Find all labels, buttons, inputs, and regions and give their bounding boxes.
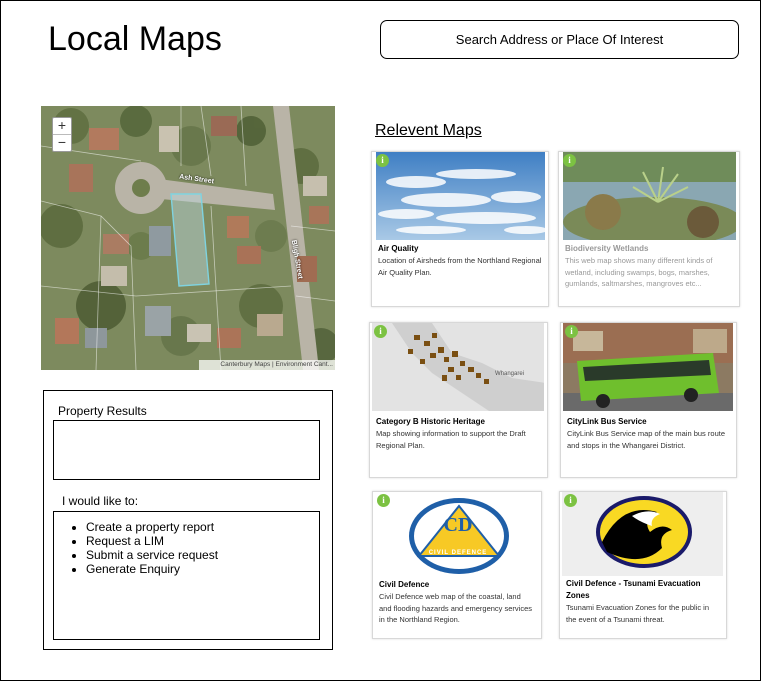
info-icon[interactable]: i <box>564 494 577 507</box>
map-card-tsunami-zones[interactable]: i Civil Defence - Tsunami Evacuation Zon… <box>559 491 727 639</box>
action-submit-service-request[interactable]: Submit a service request <box>86 548 319 562</box>
zoom-in-button[interactable]: + <box>53 118 71 134</box>
info-icon[interactable]: i <box>565 325 578 338</box>
card-title: Biodiversity Wetlands <box>565 244 649 253</box>
cd-logo-subtext: CIVIL DEFENCE <box>428 550 488 556</box>
property-map[interactable]: Ash Street Bligh Street <box>41 106 335 370</box>
heritage-map-label: Whangarei <box>495 371 525 377</box>
card-title: Civil Defence <box>379 580 430 589</box>
actions-box: Create a property report Request a LIM S… <box>53 511 320 640</box>
air-quality-image <box>376 152 545 240</box>
map-aerial-image <box>41 106 335 370</box>
action-request-lim[interactable]: Request a LIM <box>86 534 319 548</box>
map-card-air-quality[interactable]: i Air Quality Location of Airsheds from … <box>371 151 549 307</box>
card-description: Map showing information to support the D… <box>376 429 526 450</box>
page-title: Local Maps <box>48 20 222 58</box>
card-title: Air Quality <box>378 244 419 253</box>
card-title: Category B Historic Heritage <box>376 417 485 426</box>
actions-label: I would like to: <box>62 494 139 508</box>
card-title: CityLink Bus Service <box>567 417 647 426</box>
info-icon[interactable]: i <box>377 494 390 507</box>
card-description: Civil Defence web map of the coastal, la… <box>379 592 533 624</box>
search-input[interactable]: Search Address or Place Of Interest <box>380 20 739 59</box>
card-description: Location of Airsheds from the Northland … <box>378 256 542 277</box>
relevant-maps-heading: Relevent Maps <box>375 122 482 139</box>
actions-list: Create a property report Request a LIM S… <box>54 520 319 576</box>
action-generate-enquiry[interactable]: Generate Enquiry <box>86 562 319 576</box>
info-icon[interactable]: i <box>563 154 576 167</box>
bus-image <box>563 323 733 411</box>
zoom-out-button[interactable]: − <box>53 134 71 151</box>
heritage-map-image <box>372 323 544 411</box>
card-description: This web map shows many different kinds … <box>565 256 713 288</box>
cd-logo-text: CD <box>443 514 473 536</box>
map-card-citylink-bus[interactable]: i CityLink Bus Service CityLink Bus Serv… <box>560 322 737 478</box>
action-create-property-report[interactable]: Create a property report <box>86 520 319 534</box>
card-description: Tsunami Evacuation Zones for the public … <box>566 603 709 624</box>
map-attribution: Canterbury Maps | Environment Cant... <box>199 360 335 370</box>
map-card-civil-defence[interactable]: CD CIVIL DEFENCE i Civil Defence Civil D… <box>372 491 542 639</box>
property-results-box <box>53 420 320 480</box>
property-results-label: Property Results <box>58 404 147 418</box>
info-icon[interactable]: i <box>374 325 387 338</box>
card-title: Civil Defence - Tsunami Evacuation Zones <box>566 579 701 600</box>
tsunami-logo <box>562 492 723 576</box>
map-card-historic-heritage[interactable]: Whangarei i Category B Historic Heritage… <box>369 322 548 478</box>
wetland-image <box>563 152 736 240</box>
map-card-biodiversity-wetlands[interactable]: i Biodiversity Wetlands This web map sho… <box>558 151 740 307</box>
map-zoom-control: + − <box>52 117 72 152</box>
card-description: CityLink Bus Service map of the main bus… <box>567 429 725 450</box>
info-icon[interactable]: i <box>376 154 389 167</box>
